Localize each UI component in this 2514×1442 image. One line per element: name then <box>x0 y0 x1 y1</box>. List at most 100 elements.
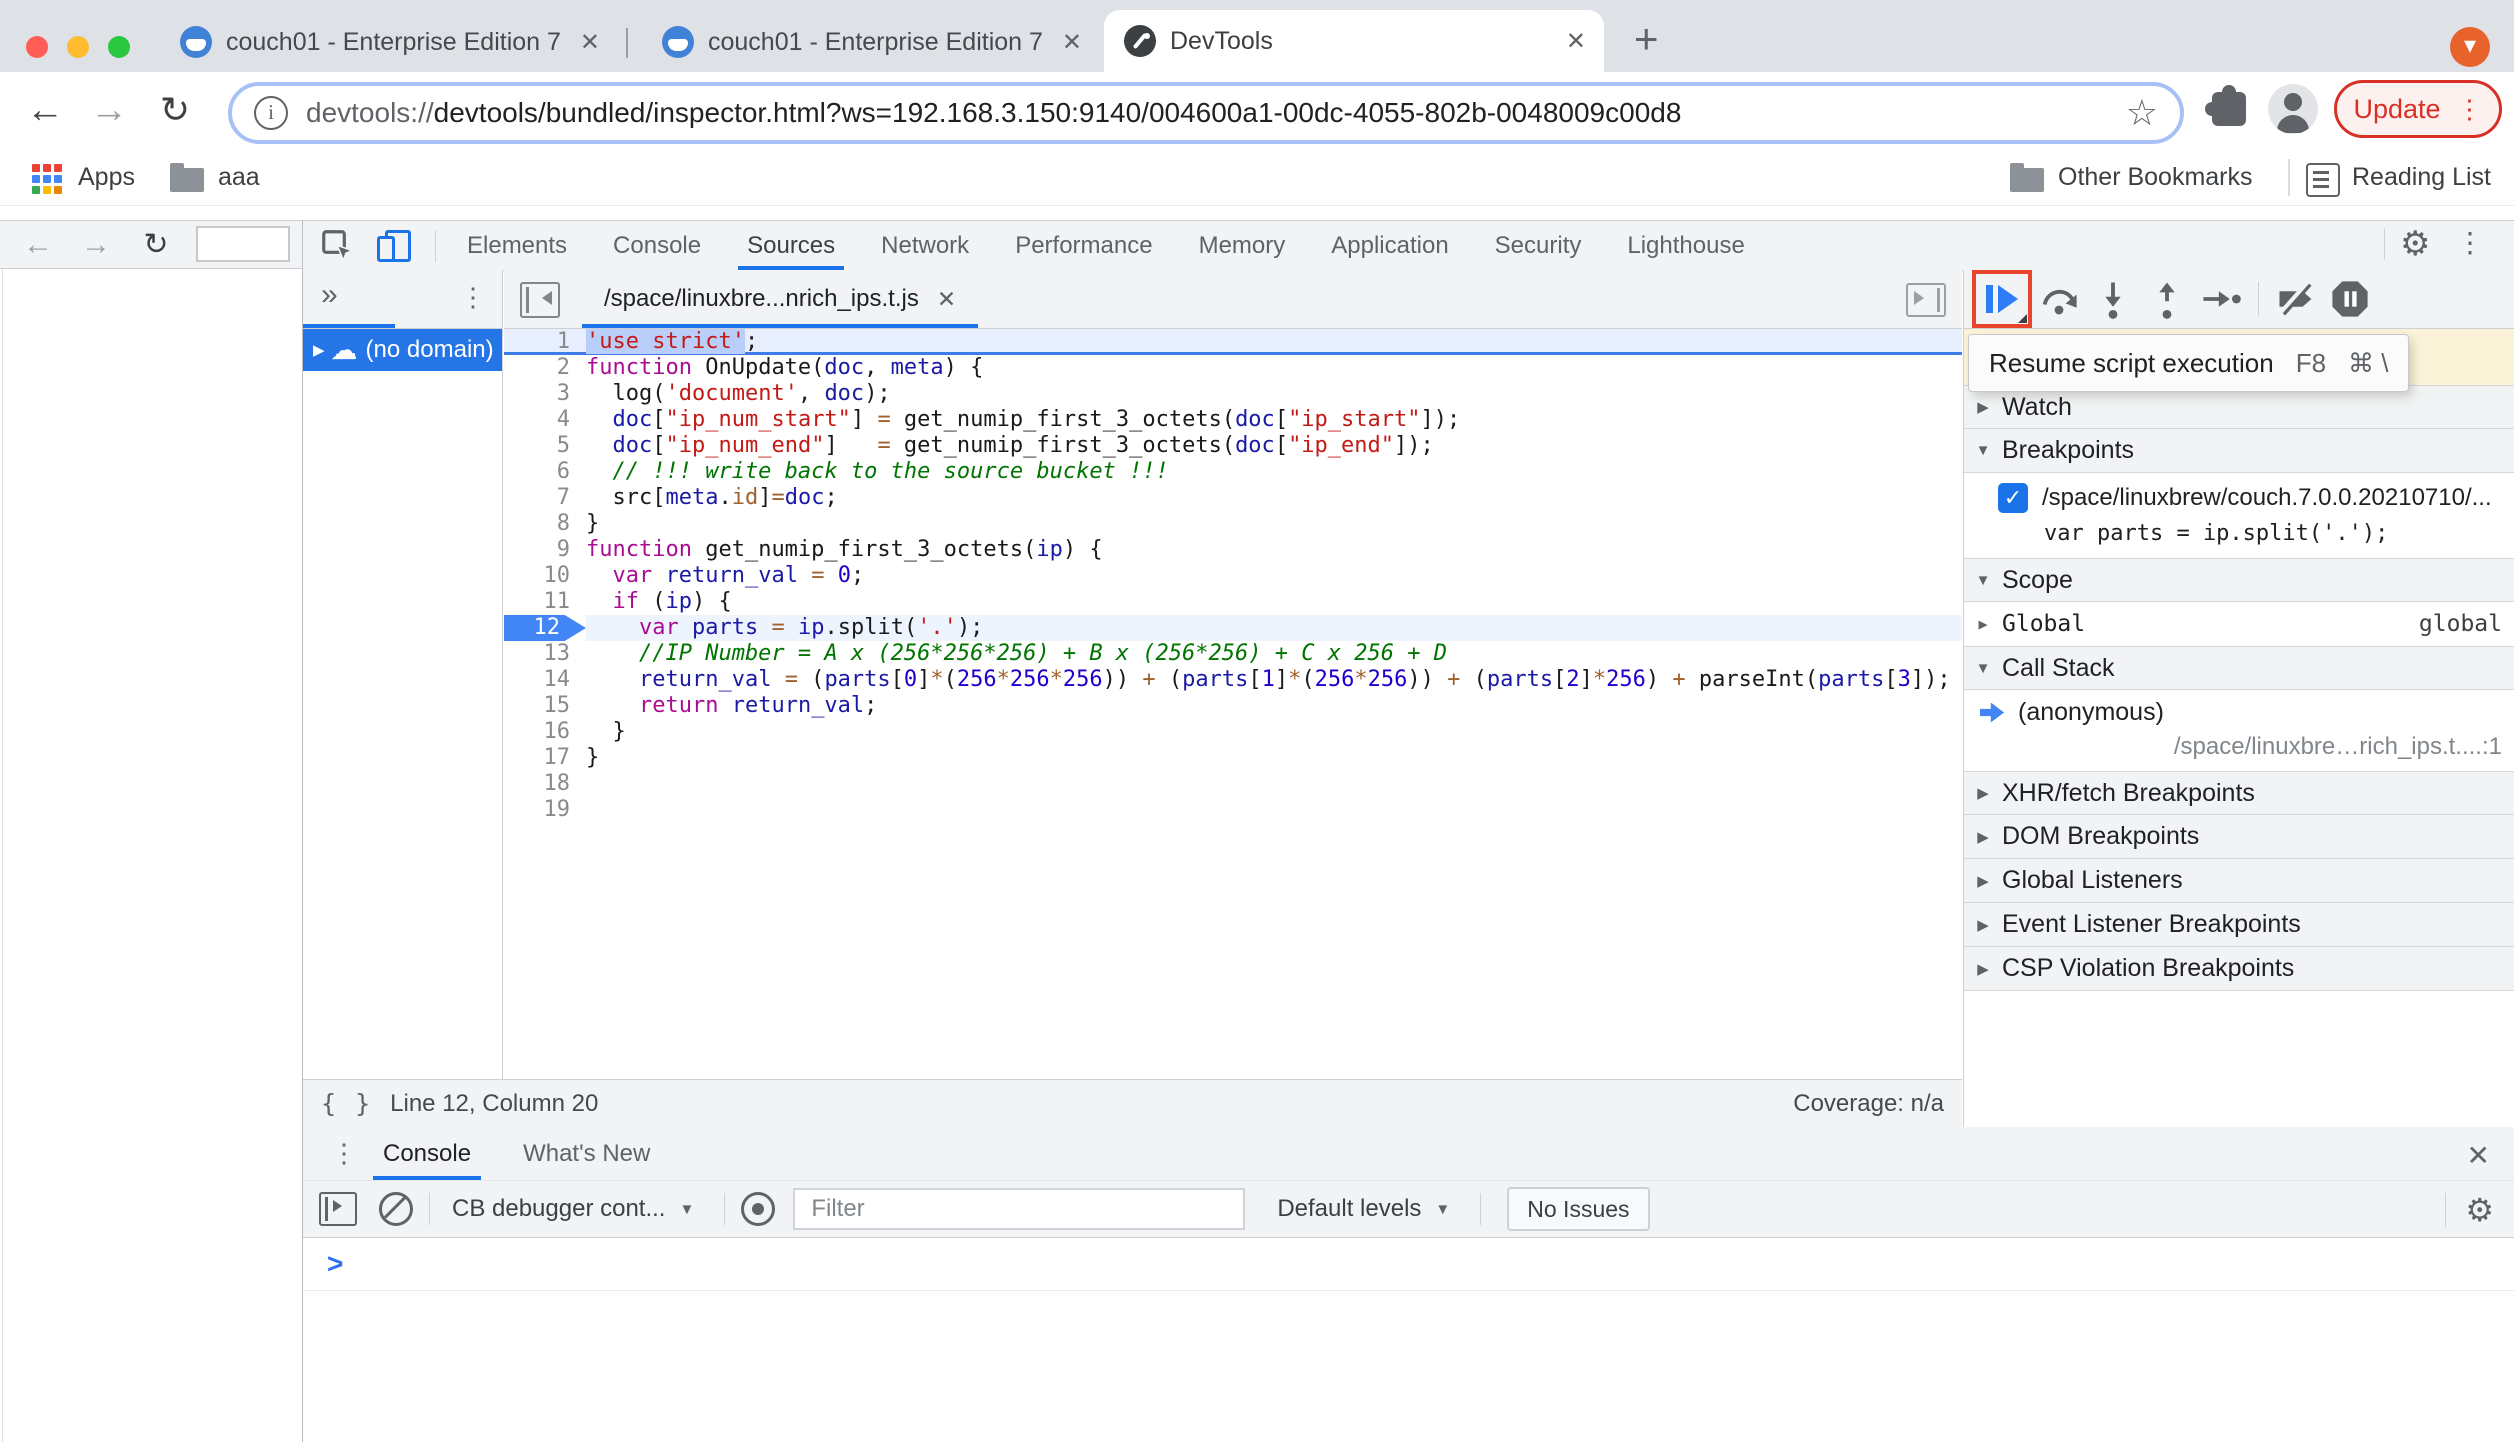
execution-line-number[interactable]: 12 <box>504 615 586 641</box>
code-text[interactable]: if (ip) { <box>586 589 1962 615</box>
line-number[interactable]: 15 <box>504 693 586 719</box>
expander-icon[interactable]: ▶ <box>313 341 325 359</box>
line-number[interactable]: 2 <box>504 355 586 381</box>
line-number[interactable]: 3 <box>504 381 586 407</box>
screencast-url-input[interactable] <box>196 226 290 262</box>
line-number[interactable]: 11 <box>504 589 586 615</box>
browser-tab-devtools-active[interactable]: DevTools ✕ <box>1104 10 1604 72</box>
devtools-tab-console[interactable]: Console <box>590 221 724 270</box>
step-over-button[interactable] <box>2032 273 2086 325</box>
code-text[interactable]: var return_val = 0; <box>586 563 1962 589</box>
code-text[interactable]: doc["ip_num_end"] = get_numip_first_3_oc… <box>586 433 1962 459</box>
screencast-forward-button[interactable]: → <box>76 225 116 265</box>
browser-tab-1[interactable]: couch01 - Enterprise Edition 7. ✕ <box>160 12 618 72</box>
resume-script-execution-button[interactable] <box>1972 270 2032 328</box>
no-issues-button[interactable]: No Issues <box>1507 1187 1650 1231</box>
apps-shortcut[interactable]: Apps <box>78 163 135 192</box>
source-code-editor[interactable]: 1'use strict'; 2 function OnUpdate(doc, me… <box>504 329 1962 1079</box>
window-minimize-button[interactable] <box>67 36 89 58</box>
code-text[interactable] <box>586 771 1962 797</box>
line-number[interactable]: 17 <box>504 745 586 771</box>
new-tab-button[interactable]: + <box>1634 18 1659 60</box>
screencast-reload-button[interactable]: ↻ <box>136 225 176 265</box>
devtools-tab-performance[interactable]: Performance <box>992 221 1175 270</box>
breakpoint-file[interactable]: /space/linuxbrew/couch.7.0.0.20210710/..… <box>2042 484 2492 512</box>
clear-console-icon[interactable] <box>379 1192 413 1226</box>
devtools-tab-elements[interactable]: Elements <box>444 221 590 270</box>
drawer-tab-whats-new[interactable]: What's New <box>497 1127 676 1180</box>
extensions-puzzle-icon[interactable] <box>2205 85 2246 126</box>
line-number[interactable]: 13 <box>504 641 586 667</box>
line-number[interactable]: 10 <box>504 563 586 589</box>
context-caret-icon[interactable]: ▼ <box>679 1201 694 1218</box>
inspect-element-icon[interactable] <box>319 227 357 265</box>
toggle-device-toolbar-icon[interactable] <box>377 228 413 264</box>
show-console-sidebar-icon[interactable] <box>319 1192 357 1226</box>
line-number[interactable]: 9 <box>504 537 586 563</box>
reading-list-icon[interactable] <box>2306 163 2340 197</box>
code-text[interactable]: function get_numip_first_3_octets(ip) { <box>586 537 1962 563</box>
code-text[interactable]: doc["ip_num_start"] = get_numip_first_3_… <box>586 407 1962 433</box>
browser-tab-2[interactable]: couch01 - Enterprise Edition 7. ✕ <box>642 12 1100 72</box>
code-text[interactable]: var parts = ip.split('.'); <box>586 615 1962 641</box>
live-expression-eye-icon[interactable] <box>741 1192 776 1226</box>
devtools-menu-kebab-icon[interactable]: ⋮ <box>2456 226 2484 259</box>
devtools-tab-network[interactable]: Network <box>858 221 992 270</box>
line-number[interactable]: 14 <box>504 667 586 693</box>
breakpoint-checkbox[interactable]: ✓ <box>1998 483 2028 513</box>
expander-icon[interactable]: ▶ <box>1964 828 2002 846</box>
line-number[interactable]: 7 <box>504 485 586 511</box>
code-text[interactable]: } <box>586 511 1962 537</box>
frame-name[interactable]: (anonymous) <box>2018 698 2164 727</box>
code-text[interactable] <box>586 797 1962 823</box>
line-number[interactable]: 1 <box>504 329 586 355</box>
page-info-icon[interactable]: i <box>254 96 288 130</box>
code-text[interactable]: log('document', doc); <box>586 381 1962 407</box>
devtools-tab-application[interactable]: Application <box>1308 221 1471 270</box>
sidebar-section-event-listener-breakpoints[interactable]: ▶ Event Listener Breakpoints <box>1964 903 2514 947</box>
line-number[interactable]: 19 <box>504 797 586 823</box>
deactivate-breakpoints-button[interactable] <box>2269 273 2323 325</box>
close-tab-icon[interactable]: ✕ <box>580 28 600 57</box>
sidebar-section-scope[interactable]: ▼ Scope <box>1964 558 2514 602</box>
line-number[interactable]: 6 <box>504 459 586 485</box>
reload-button[interactable]: ↻ <box>148 84 202 138</box>
collapse-icon[interactable]: ▼ <box>1964 660 2002 677</box>
sidebar-section-dom-breakpoints[interactable]: ▶ DOM Breakpoints <box>1964 815 2514 859</box>
chrome-update-button[interactable]: Update ⋮ <box>2334 80 2502 138</box>
code-text[interactable]: return return_val; <box>586 693 1962 719</box>
sidebar-section-call-stack[interactable]: ▼ Call Stack <box>1964 646 2514 690</box>
code-text[interactable]: //IP Number = A x (256*256*256) + B x (2… <box>586 641 1962 667</box>
code-text[interactable]: function OnUpdate(doc, meta) { <box>586 355 1962 381</box>
open-file-tab[interactable]: /space/linuxbre...nrich_ips.t.js ✕ <box>582 270 979 328</box>
sidebar-section-csp-violation-breakpoints[interactable]: ▶ CSP Violation Breakpoints <box>1964 947 2514 991</box>
close-tab-icon[interactable]: ✕ <box>1062 28 1082 57</box>
navigator-no-domain-item[interactable]: ▶ ☁ (no domain) <box>303 329 502 371</box>
drawer-tab-console[interactable]: Console <box>357 1127 497 1180</box>
bookmark-star-icon[interactable]: ☆ <box>2126 92 2158 134</box>
line-number[interactable]: 8 <box>504 511 586 537</box>
url-text[interactable]: devtools://devtools/bundled/inspector.ht… <box>306 97 2104 129</box>
code-text[interactable]: } <box>586 745 1962 771</box>
line-number[interactable]: 5 <box>504 433 586 459</box>
console-context-selector[interactable]: CB debugger cont... <box>452 1195 665 1223</box>
apps-grid-icon[interactable] <box>32 164 62 194</box>
collapse-icon[interactable]: ▼ <box>1964 572 2002 589</box>
step-into-button[interactable] <box>2086 273 2140 325</box>
navigator-more-tabs-icon[interactable]: » <box>321 278 338 312</box>
console-settings-gear-icon[interactable]: ⚙ <box>2465 1191 2494 1229</box>
expander-icon[interactable]: ▶ <box>1964 916 2002 934</box>
close-file-icon[interactable]: ✕ <box>937 286 956 313</box>
back-button[interactable]: ← <box>18 84 72 138</box>
breakpoint-code-snippet[interactable]: var parts = ip.split('.'); <box>2044 521 2514 546</box>
navigator-menu-kebab-icon[interactable]: ⋮ <box>460 282 486 313</box>
line-number[interactable]: 16 <box>504 719 586 745</box>
code-text[interactable]: } <box>586 719 1962 745</box>
bookmark-folder-aaa[interactable]: aaa <box>218 163 260 192</box>
window-close-button[interactable] <box>26 36 48 58</box>
expander-icon[interactable]: ▶ <box>1964 615 2002 633</box>
other-bookmarks-folder-icon[interactable] <box>2010 163 2044 192</box>
levels-caret-icon[interactable]: ▼ <box>1435 1201 1450 1218</box>
devtools-tab-sources[interactable]: Sources <box>724 221 858 270</box>
pause-on-exceptions-button[interactable] <box>2323 273 2377 325</box>
